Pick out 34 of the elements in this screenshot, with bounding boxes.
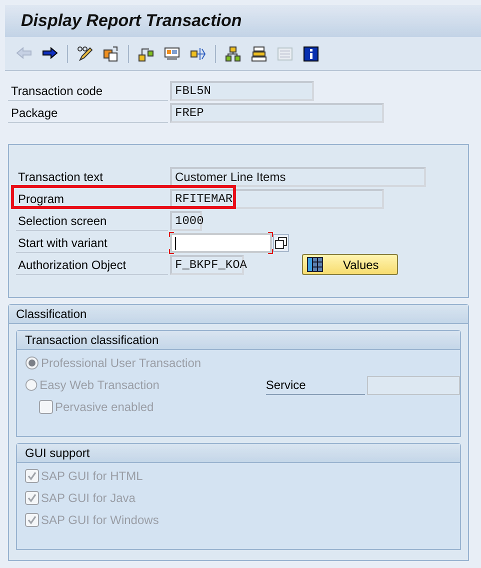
text-field[interactable]: Customer Line Items (170, 166, 426, 186)
field-label: Service (266, 376, 365, 394)
option-label: SAP GUI for Java (41, 491, 136, 505)
field-label: Authorization Object (16, 254, 168, 274)
info-icon[interactable] (302, 44, 320, 62)
group-header: Classification (9, 305, 468, 324)
option-label: SAP GUI for HTML (41, 469, 143, 483)
option-label: SAP GUI for Windows (41, 513, 159, 527)
group-header: GUI support (17, 444, 460, 463)
text-field[interactable]: 1000 (170, 210, 202, 230)
field-label: Start with variant (16, 232, 168, 252)
table-icon (307, 257, 323, 272)
option-label: Professional User Transaction (41, 356, 202, 370)
group-header: Transaction classification (17, 331, 460, 350)
field-label: Transaction text (16, 166, 168, 186)
option-label: Pervasive enabled (55, 400, 154, 414)
input-field[interactable] (366, 376, 460, 394)
values-button[interactable]: Values (302, 254, 398, 275)
field-label: Selection screen (16, 210, 168, 230)
squares-icon[interactable] (102, 44, 120, 62)
field-label: Package (8, 102, 168, 122)
field-label: Transaction code (8, 80, 168, 100)
screen-icon[interactable] (163, 44, 181, 62)
text-field[interactable]: FBL5N (170, 80, 314, 100)
stack-icon[interactable] (250, 44, 268, 62)
field-label: Program (16, 188, 168, 208)
text-field[interactable]: RFITEMAR (170, 188, 384, 208)
hierarchy-icon[interactable] (224, 44, 242, 62)
pencil-icon[interactable] (76, 44, 94, 62)
input-field[interactable] (170, 232, 272, 252)
copy-button[interactable] (273, 234, 289, 252)
option-label: Easy Web Transaction (40, 378, 160, 392)
window-title: Display Report Transaction (21, 11, 242, 31)
text-field[interactable]: FREP (170, 102, 384, 122)
